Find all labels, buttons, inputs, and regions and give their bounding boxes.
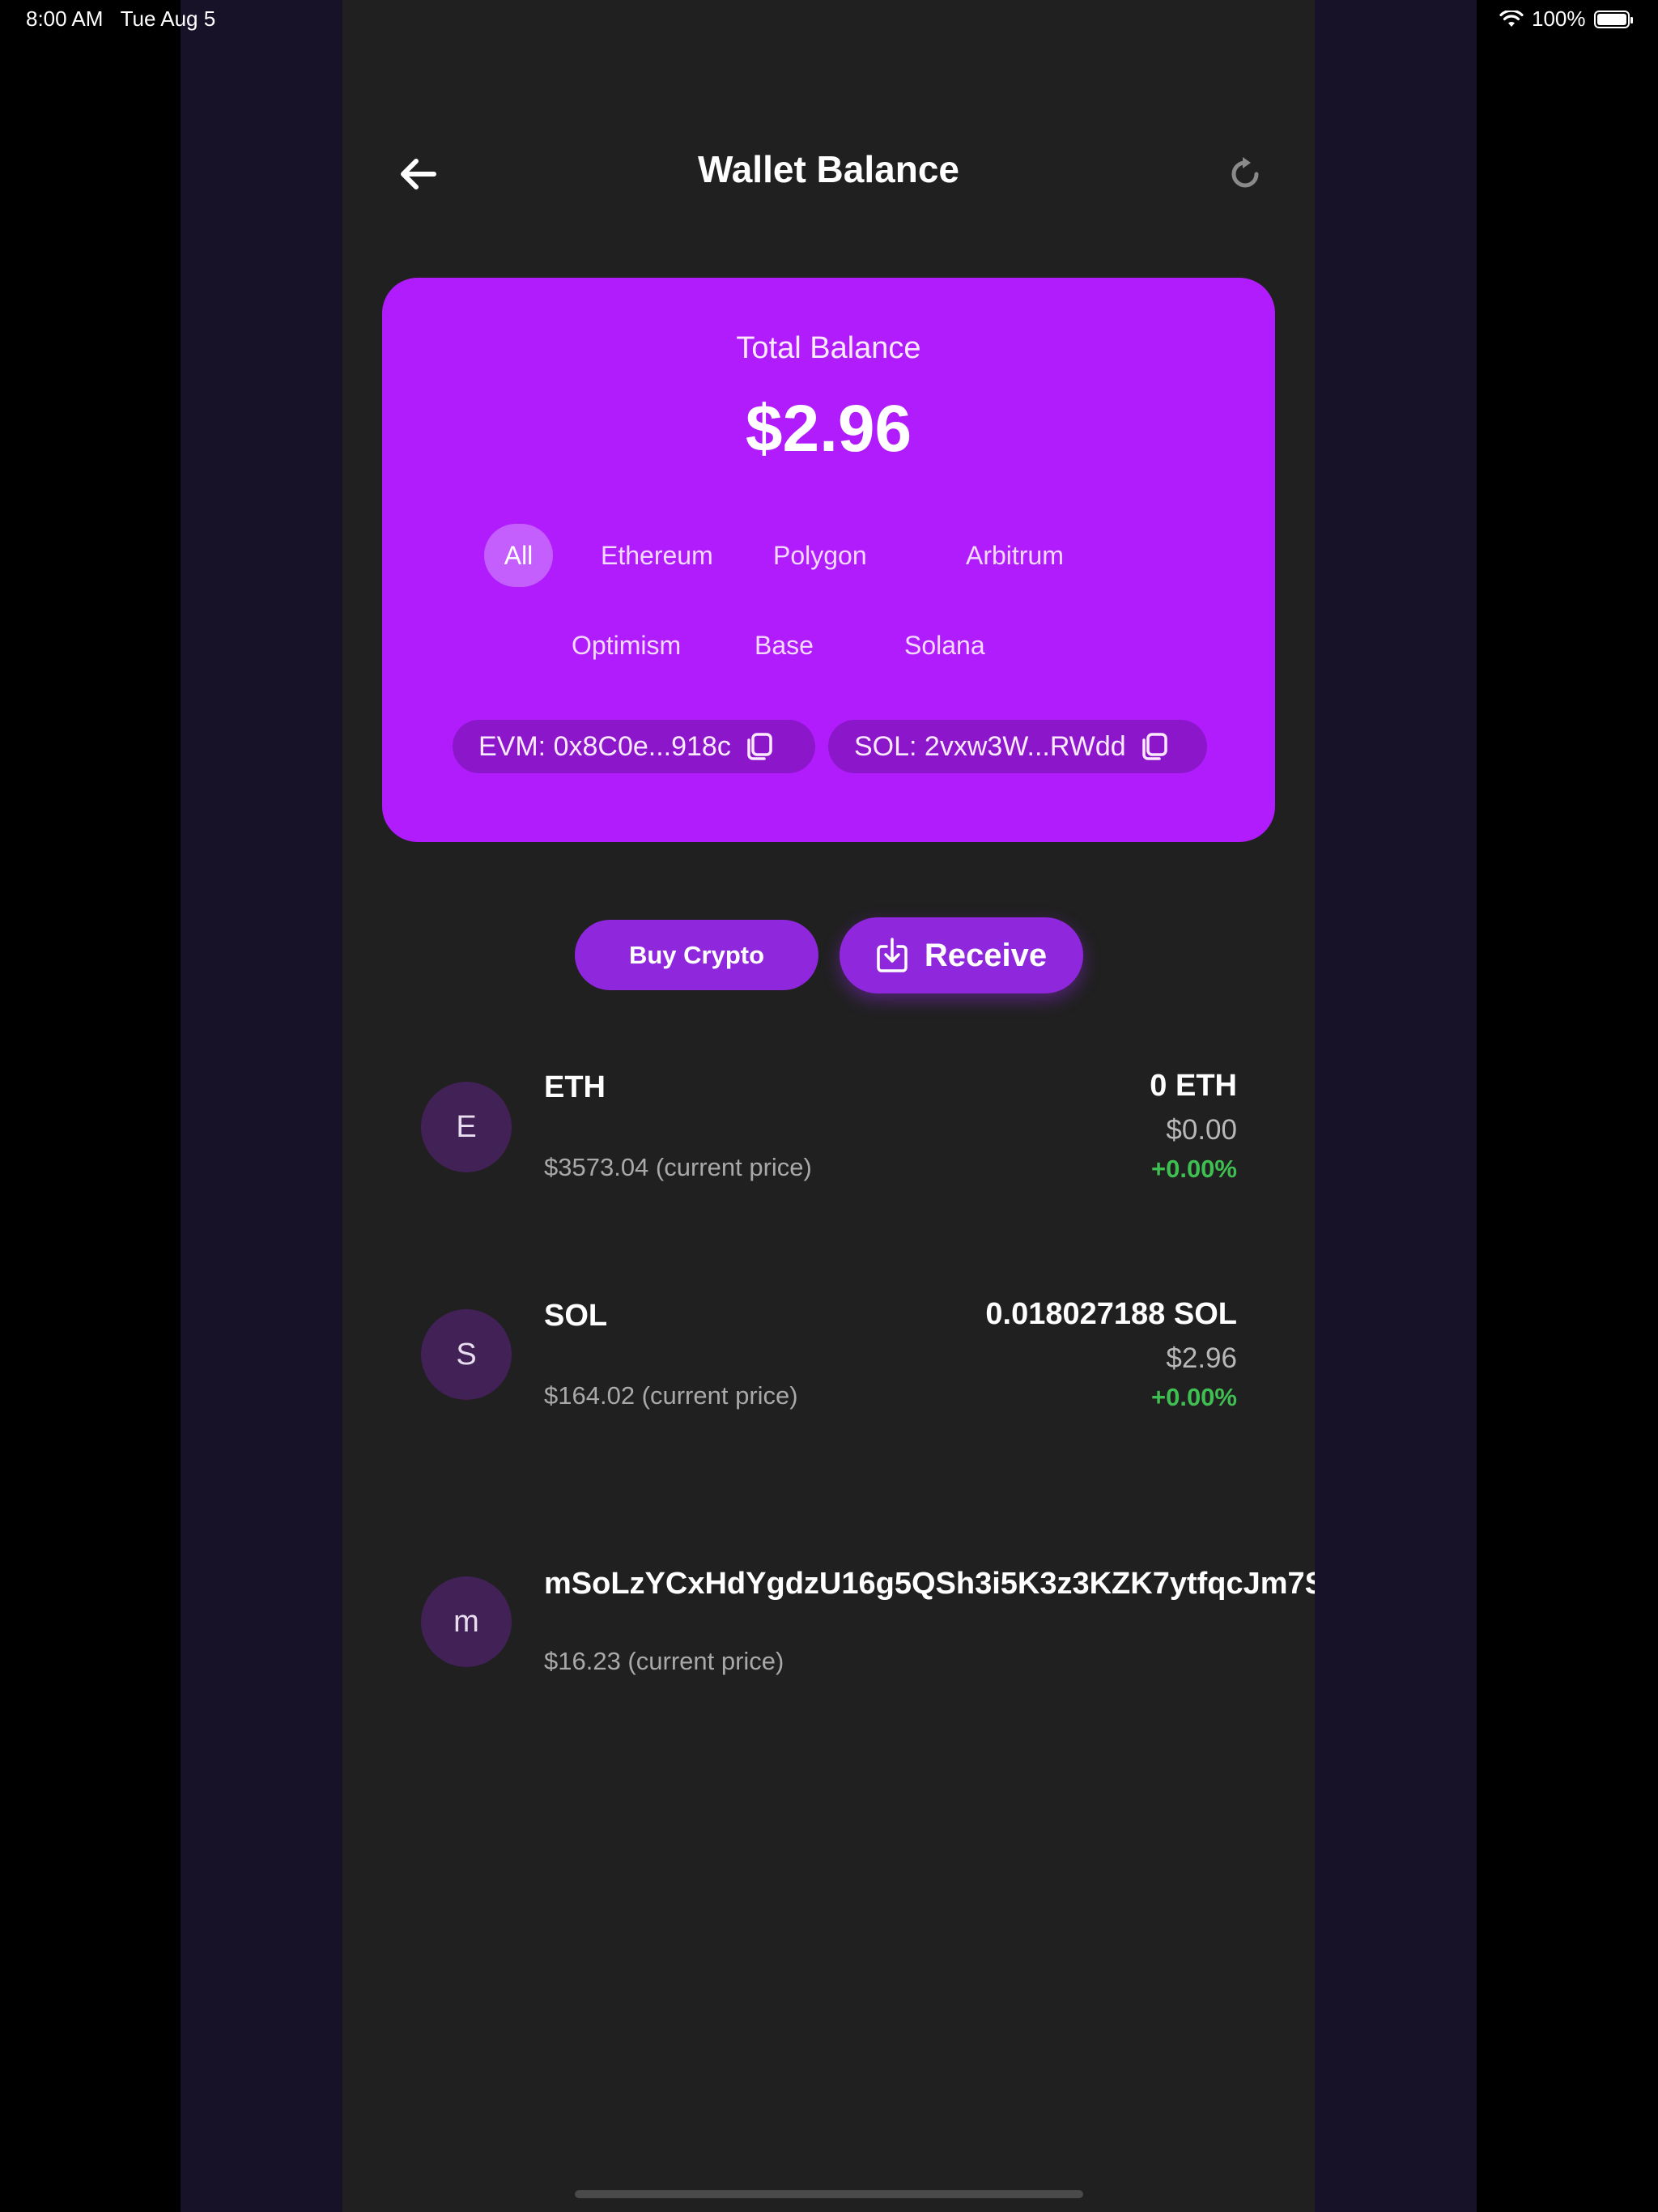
balance-card: Total Balance $2.96 All Ethereum Polygon… xyxy=(382,278,1275,842)
token-change: +0.00% xyxy=(1150,1383,1237,1411)
battery-percent: 100% xyxy=(1532,6,1586,31)
token-value: $2.96 xyxy=(1166,1342,1237,1374)
chain-chip-base[interactable]: Base xyxy=(742,614,827,677)
chain-chip-solana[interactable]: Solana xyxy=(891,614,998,677)
refresh-button[interactable] xyxy=(1217,146,1273,202)
download-tray-icon xyxy=(877,938,908,972)
buy-crypto-button[interactable]: Buy Crypto xyxy=(575,920,818,990)
token-row-eth[interactable]: E ETH $3573.04 (current price) 0 ETH $0.… xyxy=(342,1069,1315,1192)
token-amount: 0.018027188 SOL xyxy=(985,1297,1237,1331)
token-change: +0.00% xyxy=(1150,1155,1237,1183)
chain-chip-polygon[interactable]: Polygon xyxy=(760,524,880,587)
token-row-msol[interactable]: m mSoLzYCxHdYgdzU16g5QSh3i5K3z3KZK7ytfqc… xyxy=(342,1567,1315,1688)
page-title: Wallet Balance xyxy=(698,148,959,190)
chain-chip-optimism[interactable]: Optimism xyxy=(559,614,694,677)
wifi-icon xyxy=(1499,10,1524,27)
status-clock: 8:00 AM xyxy=(26,6,104,31)
evm-address-pill[interactable]: EVM: 0x8C0e...918c xyxy=(453,720,815,773)
chain-chip-all[interactable]: All xyxy=(484,524,553,587)
copy-icon[interactable] xyxy=(746,732,773,761)
token-value: $0.00 xyxy=(1166,1114,1237,1146)
chain-chip-ethereum[interactable]: Ethereum xyxy=(588,524,726,587)
status-time: 8:00 AM Tue Aug 5 xyxy=(26,6,215,32)
total-balance-amount: $2.96 xyxy=(745,392,912,466)
token-symbol: mSoLzYCxHdYgdzU16g5QSh3i5K3z3KZK7ytfqcJm… xyxy=(544,1567,1315,1601)
right-side-panel xyxy=(1315,0,1477,2212)
token-symbol: SOL xyxy=(544,1299,608,1333)
app-screen: Wallet Balance Total Balance $2.96 All E… xyxy=(342,0,1315,2212)
token-symbol: ETH xyxy=(544,1070,606,1104)
receive-button[interactable]: Receive xyxy=(840,917,1083,993)
battery-icon xyxy=(1593,10,1633,28)
token-amount: 0 ETH xyxy=(1150,1069,1237,1103)
sol-address-text: SOL: 2vxw3W...RWdd xyxy=(854,730,1126,762)
home-indicator[interactable] xyxy=(575,2190,1083,2198)
token-avatar: S xyxy=(421,1309,512,1400)
evm-address-text: EVM: 0x8C0e...918c xyxy=(478,730,731,762)
token-row-sol[interactable]: S SOL $164.02 (current price) 0.01802718… xyxy=(342,1297,1315,1420)
status-indicators: 100% xyxy=(1499,6,1633,32)
total-balance-label: Total Balance xyxy=(736,331,921,365)
sol-address-pill[interactable]: SOL: 2vxw3W...RWdd xyxy=(828,720,1207,773)
token-avatar: E xyxy=(421,1082,512,1172)
copy-icon[interactable] xyxy=(1141,732,1168,761)
refresh-icon xyxy=(1231,157,1259,188)
token-price: $3573.04 (current price) xyxy=(544,1153,812,1181)
left-side-panel xyxy=(181,0,342,2212)
chain-chip-arbitrum[interactable]: Arbitrum xyxy=(953,524,1077,587)
token-avatar: m xyxy=(421,1576,512,1667)
token-price: $164.02 (current price) xyxy=(544,1381,798,1410)
status-date: Tue Aug 5 xyxy=(120,6,216,31)
token-price: $16.23 (current price) xyxy=(544,1647,784,1675)
receive-label: Receive xyxy=(924,937,1048,973)
